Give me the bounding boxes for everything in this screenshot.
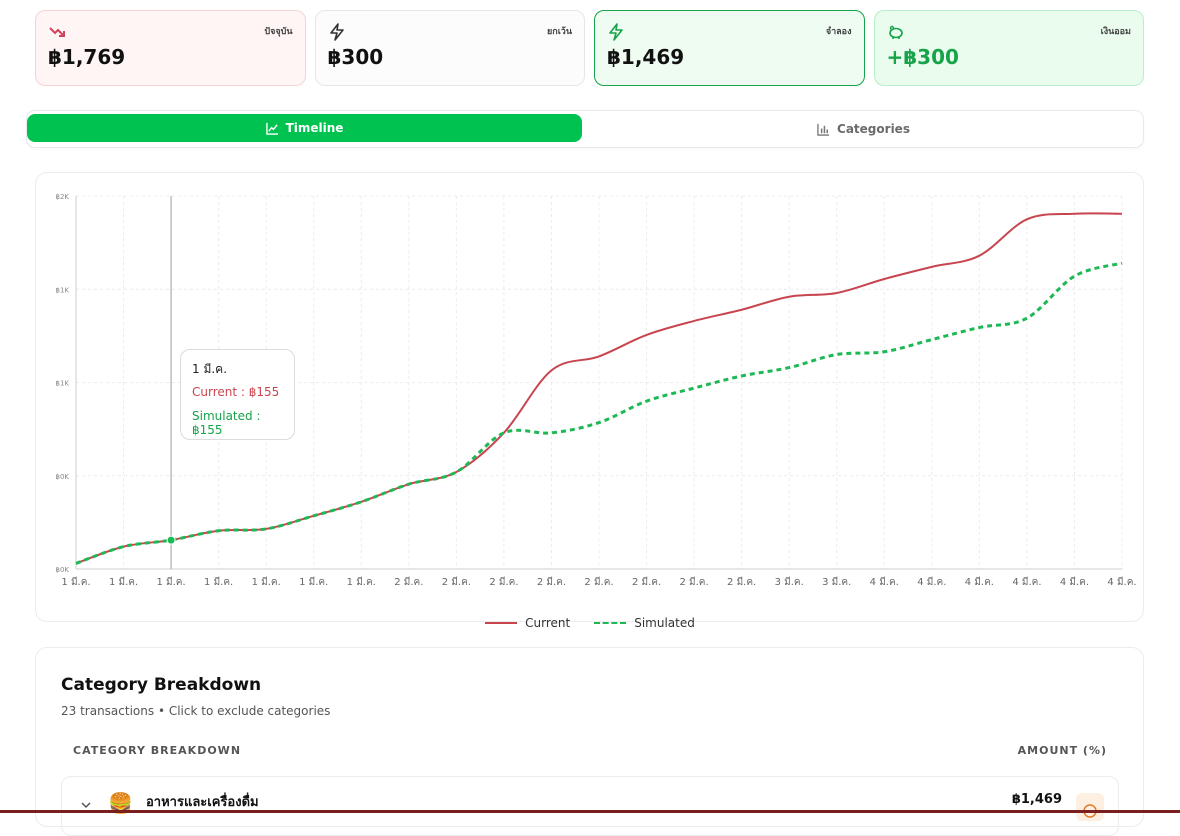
x-tick-label: 1 มี.ค. — [109, 576, 138, 588]
legend-current-swatch — [485, 622, 518, 624]
bar-chart-icon — [817, 123, 830, 136]
x-tick-label: 4 มี.ค. — [1012, 576, 1041, 588]
x-tick-label: 2 มี.ค. — [727, 576, 756, 588]
legend-simulated[interactable]: Simulated — [594, 616, 695, 630]
x-tick-label: 2 มี.ค. — [489, 576, 518, 588]
lightning-icon — [609, 23, 623, 41]
piggy-bank-icon — [888, 25, 903, 39]
tooltip-current: Current : ฿155 — [192, 385, 280, 399]
tooltip-date: 1 มี.ค. — [192, 362, 228, 376]
simulated-value: ฿1,469 — [607, 45, 685, 69]
excluded-card: ยกเว้น ฿300 — [314, 10, 585, 86]
category-row[interactable]: 🍔 อาหารและเครื่องดื่ม ฿1,469 — [61, 776, 1119, 836]
excluded-value: ฿300 — [327, 45, 384, 69]
tab-categories-label: Categories — [837, 122, 910, 136]
trending-down-icon — [49, 27, 65, 37]
savings-label: เงินออม — [1100, 27, 1131, 37]
current-label: ปัจจุบัน — [264, 27, 293, 37]
legend-current-label: Current — [525, 616, 571, 630]
tab-timeline-label: Timeline — [285, 121, 344, 135]
view-tabs: Timeline Categories — [26, 110, 1144, 148]
y-tick-label: ฿1K — [56, 286, 70, 294]
x-tick-label: 2 มี.ค. — [679, 576, 708, 588]
x-tick-label: 1 มี.ค. — [204, 576, 233, 588]
tooltip-simulated: Simulated : ฿155 — [192, 409, 261, 437]
x-tick-label: 4 มี.ค. — [1060, 576, 1089, 588]
summary-cards: ปัจจุบัน ฿1,769 ยกเว้น ฿300 จำลอง ฿1,469… — [35, 10, 1144, 86]
chart-legend: Current Simulated — [0, 616, 1180, 630]
chart-tooltip: 1 มี.ค. Current : ฿155 Simulated : ฿155 — [180, 349, 295, 440]
x-tick-label: 2 มี.ค. — [394, 576, 423, 588]
excluded-label: ยกเว้น — [546, 27, 572, 37]
category-name: อาหารและเครื่องดื่ม — [146, 795, 259, 810]
savings-value: +฿300 — [886, 45, 959, 69]
x-tick-label: 2 มี.ค. — [537, 576, 566, 588]
tab-categories[interactable]: Categories — [586, 113, 1141, 145]
category-breakdown-card: Category Breakdown 23 transactions • Cli… — [35, 647, 1144, 836]
x-tick-label: 3 มี.ค. — [822, 576, 851, 588]
legend-simulated-label: Simulated — [634, 616, 695, 630]
current-card: ปัจจุบัน ฿1,769 — [35, 10, 306, 86]
x-tick-label: 4 มี.ค. — [1107, 576, 1136, 588]
line-chart-icon — [265, 122, 278, 135]
x-tick-label: 2 มี.ค. — [442, 576, 471, 588]
x-tick-label: 4 มี.ค. — [917, 576, 946, 588]
x-tick-label: 2 มี.ค. — [584, 576, 613, 588]
x-tick-label: 1 มี.ค. — [156, 576, 185, 588]
y-tick-label: ฿1K — [56, 380, 70, 388]
x-tick-label: 1 มี.ค. — [347, 576, 376, 588]
category-subtitle: 23 transactions • Click to exclude categ… — [61, 704, 331, 718]
x-tick-label: 2 มี.ค. — [632, 576, 661, 588]
x-tick-label: 1 มี.ค. — [299, 576, 328, 588]
minus-circle-icon[interactable] — [1076, 793, 1104, 821]
legend-current[interactable]: Current — [485, 616, 570, 630]
simulated-label: จำลอง — [825, 27, 852, 37]
current-value: ฿1,769 — [48, 45, 126, 69]
y-tick-label: ฿2K — [56, 193, 70, 201]
category-col-header: CATEGORY BREAKDOWN — [73, 744, 242, 757]
legend-simulated-swatch — [594, 622, 627, 624]
lightning-icon — [329, 23, 344, 41]
x-tick-label: 3 มี.ค. — [775, 576, 804, 588]
x-tick-label: 1 มี.ค. — [61, 576, 90, 588]
category-title: Category Breakdown — [61, 675, 262, 695]
savings-card: เงินออม +฿300 — [873, 10, 1144, 86]
x-tick-label: 1 มี.ค. — [252, 576, 281, 588]
x-tick-label: 4 มี.ค. — [965, 576, 994, 588]
hover-point — [166, 535, 176, 545]
x-tick-label: 4 มี.ค. — [870, 576, 899, 588]
category-amount: ฿1,469 — [1011, 792, 1062, 807]
tab-timeline[interactable]: Timeline — [27, 114, 582, 142]
simulated-card: จำลอง ฿1,469 — [594, 10, 865, 86]
amount-col-header: AMOUNT (%) — [1017, 744, 1107, 757]
y-tick-label: ฿0K — [56, 473, 70, 481]
y-tick-label: ฿0K — [56, 566, 70, 574]
